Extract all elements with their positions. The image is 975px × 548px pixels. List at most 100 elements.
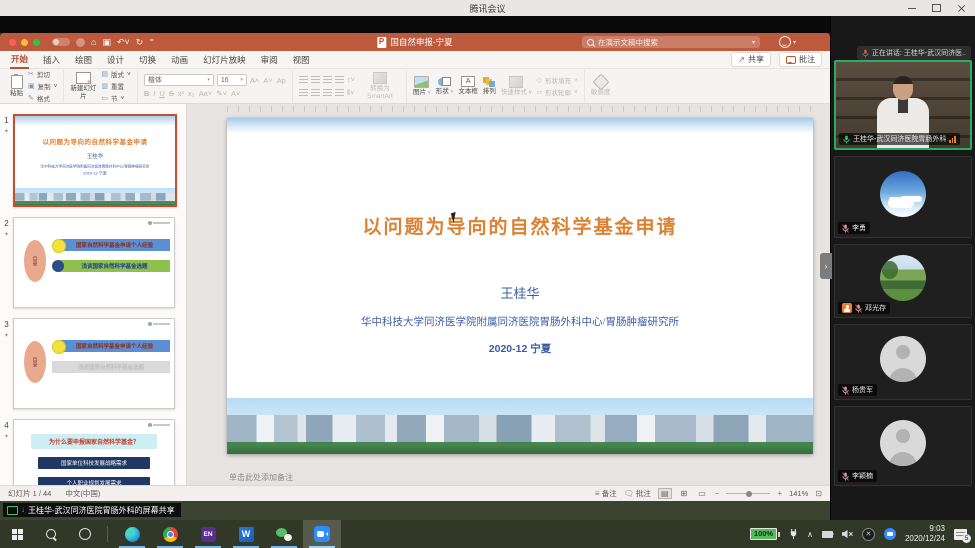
quick-styles-button[interactable]: 快速样式 ˅ [501, 76, 532, 97]
new-slide-button[interactable]: 新建幻灯片 [70, 72, 96, 99]
participant-tile[interactable]: 邓光存 [834, 244, 972, 318]
start-button[interactable] [0, 520, 34, 548]
current-slide-canvas[interactable]: 以问题为导向的自然科学基金申请 王桂华 华中科技大学同济医学院附属同济医院胃肠外… [227, 118, 813, 454]
numbering-icon[interactable] [311, 76, 320, 83]
underline-button[interactable]: U [159, 89, 164, 98]
tab-slideshow[interactable]: 幻灯片放映 [202, 52, 247, 68]
minimize-icon[interactable] [908, 8, 916, 9]
shrink-font-icon[interactable]: A˅ [263, 76, 272, 85]
reset-button[interactable]: ▥重置 [101, 81, 130, 91]
align-right-icon[interactable] [323, 89, 332, 96]
taskbar-app-endnote[interactable]: EN [189, 520, 227, 548]
home-icon[interactable]: ⌂ [91, 33, 96, 51]
participant-tile[interactable]: 李颖楠 [834, 406, 972, 486]
justify-icon[interactable] [335, 89, 344, 96]
slide-sorter-view-button[interactable]: ⊞ [679, 489, 690, 498]
slide-thumbnail-panel[interactable]: 1 ✦ 以问题为导向的自然科学基金申请 王桂华 华中科技大学同济医学院附属同济医… [0, 104, 187, 485]
tab-animations[interactable]: 动画 [170, 52, 189, 68]
slide-thumbnail-4[interactable]: 为什么要申报国家自然科学基金？ 国家单位科技发展战略需求 个人职业规划发展需求 [13, 419, 175, 485]
tab-home[interactable]: 开始 [10, 51, 29, 69]
comments-button[interactable]: 批注 [779, 52, 822, 67]
mac-minimize-icon[interactable] [21, 39, 28, 46]
italic-button[interactable]: I [153, 89, 155, 98]
bold-button[interactable]: B [144, 89, 149, 98]
feedback-smiley-icon[interactable] [779, 36, 791, 48]
comments-toggle[interactable]: 🗨 批注 [624, 488, 651, 499]
taskbar-search-button[interactable] [34, 520, 68, 548]
zoom-in-button[interactable]: + [777, 489, 782, 498]
grow-font-icon[interactable]: A˄ [250, 76, 259, 85]
save-icon[interactable]: ▣ [102, 33, 111, 51]
superscript-button[interactable]: x² [178, 89, 184, 98]
hidden-icons-chevron[interactable]: ∧ [807, 530, 813, 539]
slideshow-view-button[interactable]: ▭ [696, 489, 708, 498]
notes-toggle[interactable]: ≡ 备注 [595, 488, 617, 499]
strikethrough-button[interactable]: S [169, 89, 174, 98]
taskbar-app-word[interactable]: W [227, 520, 265, 548]
columns-icon[interactable]: ⫴˅ [347, 88, 355, 98]
taskbar-app-chrome[interactable] [151, 520, 189, 548]
sensitivity-button[interactable]: 敏感度 [591, 76, 611, 96]
outdent-icon[interactable] [323, 76, 332, 83]
feedback-caret-icon[interactable]: ▾ [793, 39, 796, 46]
fit-to-window-icon[interactable]: ⊡ [815, 489, 822, 498]
font-size-select[interactable]: 16▾ [217, 74, 247, 86]
arrange-button[interactable]: 排列 [483, 77, 496, 95]
restore-icon[interactable] [932, 4, 941, 12]
notes-placeholder[interactable]: 单击此处添加备注 [229, 472, 293, 483]
font-color-button[interactable]: A˅ [231, 89, 240, 98]
tab-review[interactable]: 审阅 [260, 52, 279, 68]
undo-icon[interactable]: ↶˅ [117, 33, 130, 51]
search-scope-caret-icon[interactable]: ▾ [752, 39, 755, 46]
participant-tile[interactable]: 杨贵军 [834, 324, 972, 400]
align-center-icon[interactable] [311, 89, 320, 96]
mac-traffic-lights[interactable] [9, 39, 40, 46]
layout-button[interactable]: ▤版式 ˅ [101, 69, 130, 79]
slide-thumbnail-3[interactable]: 目录 国家自然科学基金申请个人经验 浅谈国家自然科学基金选题 [13, 318, 175, 409]
taskbar-app-wechat[interactable] [265, 520, 303, 548]
participant-tile[interactable]: 李勇 [834, 156, 972, 238]
sidebar-collapse-handle[interactable]: › [820, 253, 832, 279]
share-button[interactable]: ↗ 共享 [731, 52, 771, 67]
tab-transitions[interactable]: 切换 [138, 52, 157, 68]
shapes-button[interactable]: 形状 ˅ [436, 77, 454, 96]
slide-thumbnail-1[interactable]: 以问题为导向的自然科学基金申请 王桂华 华中科技大学同济医学院附属同济医院胃肠外… [13, 114, 177, 207]
highlight-color-button[interactable]: ✎˅ [216, 89, 227, 98]
blocked-tray-icon[interactable]: ✕ [862, 528, 875, 541]
indent-icon[interactable] [335, 76, 344, 83]
tab-insert[interactable]: 插入 [42, 52, 61, 68]
line-spacing-icon[interactable]: ↕˅ [347, 75, 355, 84]
clear-format-icon[interactable]: Ap [277, 76, 286, 85]
notification-center-button[interactable]: 5 [954, 529, 967, 540]
account-avatar[interactable] [76, 38, 85, 47]
slide-editor-area[interactable]: 以问题为导向的自然科学基金申请 王桂华 华中科技大学同济医学院附属同济医院胃肠外… [187, 104, 830, 485]
taskbar-clock[interactable]: 9:03 2020/12/24 [905, 524, 945, 544]
participant-tile[interactable]: 王桂华-武汉同济医院胃肠外科 [834, 60, 972, 150]
volume-muted-icon[interactable] [842, 529, 853, 539]
taskbar-app-tencent-meeting[interactable] [303, 520, 341, 548]
slide-thumbnail-2[interactable]: 目录 国家自然科学基金申请个人经验 浅谈国家自然科学基金选题 [13, 217, 175, 308]
smartart-button[interactable]: 转换为SmartArt [360, 72, 400, 99]
tab-draw[interactable]: 绘图 [74, 52, 93, 68]
textbox-button[interactable]: A 文本框 [458, 76, 478, 95]
font-name-select[interactable]: 楷体▾ [144, 74, 214, 86]
align-left-icon[interactable] [299, 89, 308, 96]
paste-button[interactable]: 粘贴 [10, 75, 23, 97]
shape-fill-button[interactable]: ◇形状填充 ˅ [537, 75, 578, 85]
battery-indicator[interactable]: 100% [750, 528, 780, 540]
section-button[interactable]: ▭节 ˅ [101, 93, 130, 103]
language-indicator[interactable]: 中文(中国) [65, 488, 100, 499]
cut-button[interactable]: ✂剪切 [28, 69, 57, 79]
tab-view[interactable]: 视图 [292, 52, 311, 68]
shape-outline-button[interactable]: ▱形状轮廓 ˅ [537, 87, 578, 97]
cortana-button[interactable] [68, 520, 102, 548]
normal-view-button[interactable]: ▤ [658, 488, 672, 499]
qat-more-icon[interactable]: ⁼ [149, 33, 154, 51]
change-case-button[interactable]: Aa˅ [199, 89, 213, 98]
mac-zoom-icon[interactable] [33, 39, 40, 46]
mac-close-icon[interactable] [9, 39, 16, 46]
autosave-toggle[interactable] [52, 38, 70, 46]
format-painter-button[interactable]: ✎格式 [28, 93, 57, 103]
zoom-slider[interactable] [726, 493, 770, 494]
search-input[interactable]: 在演示文稿中搜索 ▾ [582, 36, 760, 48]
